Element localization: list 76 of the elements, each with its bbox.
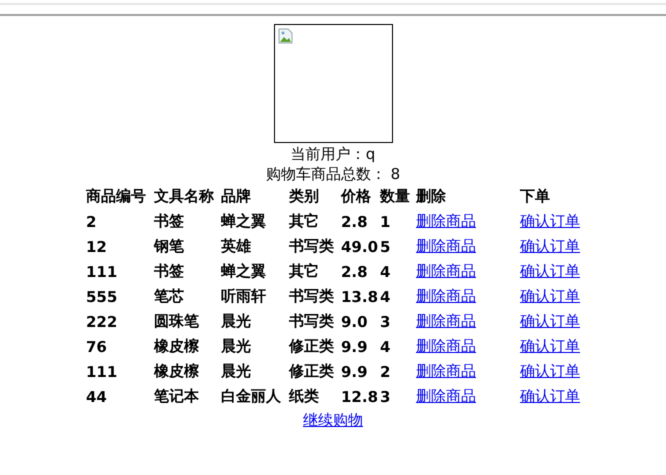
table-cell-text: 蝉之翼 bbox=[221, 262, 267, 281]
table-cell-text: 49.0 bbox=[341, 238, 380, 256]
table-cell-text: 书写类 bbox=[289, 287, 335, 306]
delete-link[interactable]: 删除商品 bbox=[416, 337, 476, 355]
table-cell-text: 4 bbox=[380, 288, 392, 306]
delete-link[interactable]: 删除商品 bbox=[416, 237, 476, 255]
table-cell-text: 4 bbox=[380, 338, 392, 356]
delete-link[interactable]: 删除商品 bbox=[416, 362, 476, 380]
table-cell-text: 1 bbox=[380, 212, 392, 230]
confirm-order-link[interactable]: 确认订单 bbox=[520, 262, 580, 280]
table-cell-text: 书签 bbox=[154, 212, 185, 231]
column-header: 文具名称 bbox=[154, 187, 215, 206]
table-cell-text: 笔记本 bbox=[154, 387, 200, 406]
current-user-text: 当前用户：q bbox=[290, 144, 376, 165]
table-cell-text: 书写类 bbox=[289, 237, 335, 256]
table-cell-text: 13.8 bbox=[341, 288, 380, 306]
delete-link[interactable]: 删除商品 bbox=[416, 262, 476, 280]
table-cell-text: 2 bbox=[86, 212, 98, 230]
table-cell-text: 2.8 bbox=[341, 262, 369, 280]
confirm-order-link[interactable]: 确认订单 bbox=[520, 212, 580, 230]
table-cell-text: 44 bbox=[86, 388, 108, 406]
table-cell-text: 晨光 bbox=[221, 362, 252, 381]
table-cell-text: 圆珠笔 bbox=[154, 312, 200, 331]
confirm-order-link[interactable]: 确认订单 bbox=[520, 387, 580, 405]
table-cell-text: 12 bbox=[86, 238, 108, 256]
table-cell-text: 9.9 bbox=[341, 338, 369, 356]
column-header: 删除 bbox=[416, 187, 447, 206]
table-cell-text: 9.9 bbox=[341, 362, 369, 380]
table-cell-text: 12.8 bbox=[341, 388, 380, 406]
column-header: 商品编号 bbox=[86, 187, 147, 206]
table-cell-text: 555 bbox=[86, 288, 118, 306]
table-cell-text: 3 bbox=[380, 388, 392, 406]
table-cell-text: 橡皮檫 bbox=[154, 337, 200, 356]
table-cell-text: 2 bbox=[380, 362, 392, 380]
table-cell-text: 英雄 bbox=[221, 237, 252, 256]
confirm-order-link[interactable]: 确认订单 bbox=[520, 237, 580, 255]
table-cell-text: 111 bbox=[86, 362, 118, 380]
delete-link[interactable]: 删除商品 bbox=[416, 287, 476, 305]
table-cell-text: 4 bbox=[380, 262, 392, 280]
table-cell-text: 晨光 bbox=[221, 312, 252, 331]
table-cell-text: 书签 bbox=[154, 262, 185, 281]
confirm-order-link[interactable]: 确认订单 bbox=[520, 287, 580, 305]
column-header: 价格 bbox=[341, 187, 372, 206]
table-cell-text: 晨光 bbox=[221, 337, 252, 356]
table-cell-text: 9.0 bbox=[341, 312, 369, 330]
table-cell-text: 钢笔 bbox=[154, 237, 185, 256]
continue-shopping-link[interactable]: 继续购物 bbox=[303, 411, 363, 429]
table-cell-text: 纸类 bbox=[289, 387, 320, 406]
delete-link[interactable]: 删除商品 bbox=[416, 312, 476, 330]
table-cell-text: 2.8 bbox=[341, 212, 369, 230]
table-cell-text: 111 bbox=[86, 262, 118, 280]
cart-count-text: 购物车商品总数： 8 bbox=[266, 164, 400, 184]
column-header: 类别 bbox=[289, 187, 320, 206]
delete-link[interactable]: 删除商品 bbox=[416, 387, 476, 405]
table-cell-text: 橡皮檫 bbox=[154, 362, 200, 381]
confirm-order-link[interactable]: 确认订单 bbox=[520, 337, 580, 355]
column-header: 数量 bbox=[380, 187, 411, 206]
column-header: 下单 bbox=[520, 187, 551, 206]
table-cell-text: 其它 bbox=[289, 212, 320, 231]
table-cell-text: 听雨轩 bbox=[221, 287, 267, 306]
table-cell-text: 3 bbox=[380, 312, 392, 330]
table-cell-text: 5 bbox=[380, 238, 392, 256]
table-cell-text: 蝉之翼 bbox=[221, 212, 267, 231]
table-cell-text: 白金丽人 bbox=[221, 387, 282, 406]
delete-link[interactable]: 删除商品 bbox=[416, 212, 476, 230]
table-cell-text: 书写类 bbox=[289, 312, 335, 331]
confirm-order-link[interactable]: 确认订单 bbox=[520, 362, 580, 380]
table-cell-text: 修正类 bbox=[289, 337, 335, 356]
confirm-order-link[interactable]: 确认订单 bbox=[520, 312, 580, 330]
broken-image-icon bbox=[278, 28, 294, 44]
table-cell-text: 笔芯 bbox=[154, 287, 185, 306]
table-cell-text: 76 bbox=[86, 338, 108, 356]
table-cell-text: 修正类 bbox=[289, 362, 335, 381]
column-header: 品牌 bbox=[221, 187, 252, 206]
table-cell-text: 其它 bbox=[289, 262, 320, 281]
table-cell-text: 222 bbox=[86, 312, 118, 330]
